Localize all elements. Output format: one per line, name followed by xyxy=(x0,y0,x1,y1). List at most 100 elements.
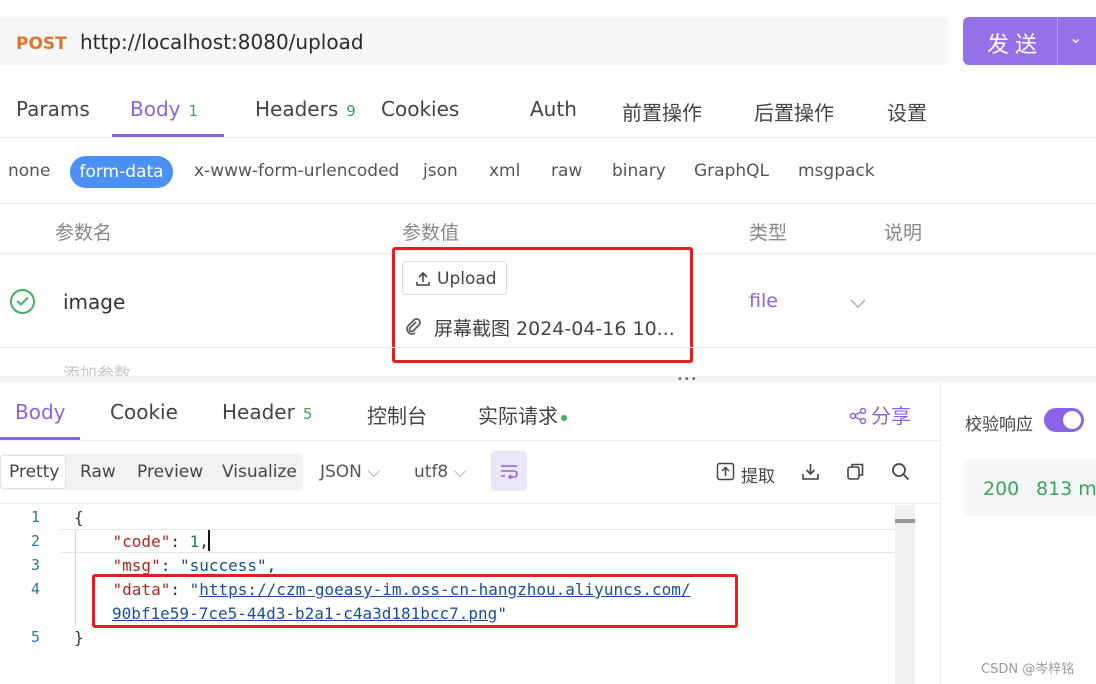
tab-body[interactable]: Body 1 xyxy=(130,97,198,121)
panel-splitter[interactable] xyxy=(0,376,1096,382)
response-tab-console[interactable]: 控制台 xyxy=(367,400,427,429)
brace: { xyxy=(74,508,84,527)
line-number: 3 xyxy=(30,556,40,574)
column-header-type: 类型 xyxy=(749,222,788,244)
status-dot-icon xyxy=(561,414,567,421)
check-circle-icon[interactable] xyxy=(10,289,35,314)
chevron-down-icon[interactable] xyxy=(850,294,866,313)
word-wrap-button[interactable] xyxy=(491,451,527,491)
extract-icon[interactable] xyxy=(716,462,735,485)
http-method[interactable]: POST xyxy=(16,34,67,54)
tab-auth[interactable]: Auth xyxy=(530,97,577,121)
tab-badge: 5 xyxy=(302,405,313,423)
response-tab-actual-request[interactable]: 实际请求 xyxy=(478,400,567,429)
divider xyxy=(0,347,1096,348)
divider xyxy=(0,503,940,504)
tab-label: 设置 xyxy=(887,101,927,125)
json-number: 1 xyxy=(189,532,200,551)
highlight-box xyxy=(392,247,693,363)
divider xyxy=(0,203,1096,204)
tab-label: Header xyxy=(222,400,295,424)
tab-badge: 1 xyxy=(188,102,199,120)
copy-icon[interactable] xyxy=(846,462,865,485)
json-key: "code" xyxy=(112,532,171,551)
column-header-name: 参数名 xyxy=(55,222,113,244)
tab-settings[interactable]: 设置 xyxy=(887,97,927,126)
body-type-none[interactable]: none xyxy=(8,161,50,181)
status-code: 200 xyxy=(983,478,1020,500)
encoding-value: utf8 xyxy=(414,462,449,482)
search-icon[interactable] xyxy=(891,462,910,485)
chevron-down-icon: ⌵ xyxy=(367,462,381,482)
tab-label: 后置操作 xyxy=(754,101,834,125)
tab-label: Headers xyxy=(255,97,339,121)
watermark: CSDN @岑梓铭 xyxy=(981,662,1075,677)
tab-post-request[interactable]: 后置操作 xyxy=(754,97,834,126)
response-tab-body[interactable]: Body xyxy=(15,400,66,424)
line-number: 1 xyxy=(30,508,40,526)
view-mode-pretty[interactable]: Pretty xyxy=(9,462,59,482)
tab-label: Cookies xyxy=(381,97,460,121)
body-type-binary[interactable]: binary xyxy=(612,161,666,181)
highlight-box xyxy=(92,574,738,628)
column-header-value: 参数值 xyxy=(402,222,460,244)
response-tab-cookie[interactable]: Cookie xyxy=(110,400,178,424)
send-label: 发送 xyxy=(987,33,1044,58)
code-line[interactable]: } xyxy=(74,628,84,647)
tab-headers[interactable]: Headers 9 xyxy=(255,97,356,121)
code-line[interactable]: { xyxy=(74,508,84,527)
share-label: 分享 xyxy=(871,404,911,428)
share-button[interactable]: 分享 xyxy=(849,400,911,429)
send-divider xyxy=(1057,17,1058,65)
extract-button[interactable]: 提取 xyxy=(741,462,775,487)
response-time: 813 ms xyxy=(1036,478,1096,500)
body-type-urlencoded[interactable]: x-www-form-urlencoded xyxy=(194,161,399,181)
divider xyxy=(0,137,1096,138)
send-button[interactable]: 发送 ⌄ xyxy=(963,17,1096,65)
tab-label: 实际请求 xyxy=(478,404,558,428)
line-number: 2 xyxy=(30,532,40,550)
download-icon[interactable] xyxy=(801,462,820,485)
view-mode-preview[interactable]: Preview xyxy=(137,462,203,482)
tab-cookies[interactable]: Cookies xyxy=(381,97,459,121)
url-input[interactable]: http://localhost:8080/upload xyxy=(80,30,364,54)
tab-badge: 9 xyxy=(346,102,356,120)
scrollbar-thumb[interactable] xyxy=(895,519,915,523)
body-type-msgpack[interactable]: msgpack xyxy=(798,161,875,181)
tab-pre-request[interactable]: 前置操作 xyxy=(622,97,702,126)
body-type-xml[interactable]: xml xyxy=(489,161,520,181)
response-tab-header[interactable]: Header 5 xyxy=(222,400,312,424)
code-line[interactable]: "msg": "success", xyxy=(74,556,277,575)
tab-params[interactable]: Params xyxy=(16,97,90,121)
view-mode-raw[interactable]: Raw xyxy=(80,462,116,482)
column-header-description: 说明 xyxy=(884,222,923,244)
line-number: 5 xyxy=(30,628,40,646)
share-icon xyxy=(849,407,867,425)
text-cursor xyxy=(208,530,210,551)
line-number: 4 xyxy=(30,580,40,598)
format-select[interactable]: JSON ⌵ xyxy=(320,462,380,482)
drag-handle-icon[interactable]: ••• xyxy=(677,374,698,385)
chevron-down-icon: ⌵ xyxy=(453,462,467,482)
format-value: JSON xyxy=(320,462,362,482)
param-type-select[interactable]: file xyxy=(749,290,778,312)
body-type-graphql[interactable]: GraphQL xyxy=(694,161,769,181)
verify-response-toggle[interactable] xyxy=(1044,408,1084,432)
body-type-json[interactable]: json xyxy=(423,161,458,181)
brace: } xyxy=(74,628,84,647)
toggle-knob xyxy=(1063,411,1081,429)
divider xyxy=(940,382,941,684)
chevron-down-icon[interactable]: ⌄ xyxy=(1069,28,1082,47)
divider xyxy=(0,440,940,441)
body-type-form-data[interactable]: form-data xyxy=(70,156,173,188)
param-name-field[interactable]: image xyxy=(63,290,125,314)
code-line[interactable]: "code": 1, xyxy=(74,532,209,551)
encoding-select[interactable]: utf8 ⌵ xyxy=(414,462,467,482)
body-type-raw[interactable]: raw xyxy=(551,161,582,181)
verify-response-label: 校验响应 xyxy=(965,415,1033,435)
view-mode-visualize[interactable]: Visualize xyxy=(222,462,297,482)
tab-label: Body xyxy=(130,97,181,121)
json-string: "success" xyxy=(179,556,267,575)
tab-label: 前置操作 xyxy=(622,101,702,125)
scrollbar[interactable] xyxy=(895,505,915,684)
